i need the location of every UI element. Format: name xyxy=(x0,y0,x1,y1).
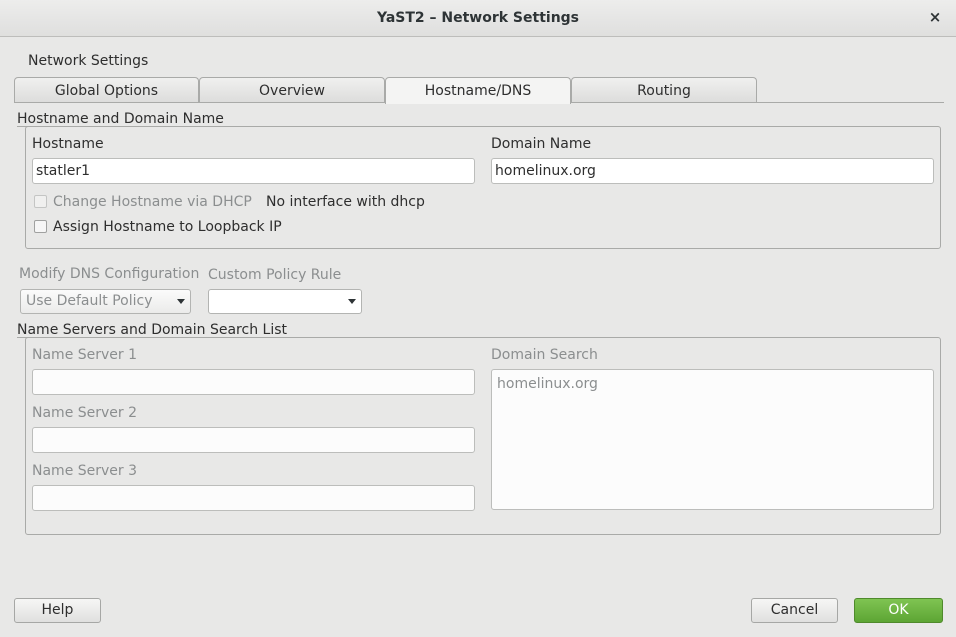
help-button-label: Help xyxy=(41,602,74,618)
name-server-3-input[interactable] xyxy=(32,485,475,511)
dhcp-status-note: No interface with dhcp xyxy=(266,194,425,210)
yast-network-settings-window: YaST2 – Network Settings × Network Setti… xyxy=(0,0,956,637)
tab-routing[interactable]: Routing xyxy=(571,77,757,103)
chevron-down-icon xyxy=(348,299,356,304)
hostname-input[interactable]: statler1 xyxy=(32,158,475,184)
tab-global-options[interactable]: Global Options xyxy=(14,77,199,103)
change-hostname-dhcp-checkbox[interactable] xyxy=(34,195,47,208)
tab-label: Hostname/DNS xyxy=(424,83,532,99)
domain-search-label: Domain Search xyxy=(491,347,598,363)
name-server-1-label: Name Server 1 xyxy=(32,347,138,363)
hostname-label: Hostname xyxy=(32,136,104,152)
domain-name-input[interactable]: homelinux.org xyxy=(491,158,934,184)
cancel-button[interactable]: Cancel xyxy=(751,598,838,623)
tab-label: Overview xyxy=(259,83,325,99)
modify-dns-config-label: Modify DNS Configuration xyxy=(19,266,200,282)
chevron-down-icon xyxy=(177,299,185,304)
name-server-1-input[interactable] xyxy=(32,369,475,395)
tab-hostname-dns[interactable]: Hostname/DNS xyxy=(385,77,571,104)
name-server-2-input[interactable] xyxy=(32,427,475,453)
domain-search-textarea[interactable]: homelinux.org xyxy=(491,369,934,510)
cancel-button-label: Cancel xyxy=(770,602,819,618)
tab-label: Routing xyxy=(637,83,691,99)
tab-label: Global Options xyxy=(54,83,159,99)
ok-button[interactable]: OK xyxy=(854,598,943,623)
tab-overview[interactable]: Overview xyxy=(199,77,385,103)
hostname-domain-frame-title: Hostname and Domain Name xyxy=(17,111,226,127)
change-hostname-dhcp-label: Change Hostname via DHCP xyxy=(53,194,252,210)
modify-dns-config-value: Use Default Policy xyxy=(26,293,153,309)
help-button[interactable]: Help xyxy=(14,598,101,623)
close-icon[interactable]: × xyxy=(926,8,944,26)
title-bar[interactable]: YaST2 – Network Settings × xyxy=(0,0,956,37)
name-server-2-label: Name Server 2 xyxy=(32,405,138,421)
custom-policy-rule-label: Custom Policy Rule xyxy=(208,267,342,283)
domain-name-label: Domain Name xyxy=(491,136,592,152)
modify-dns-config-combo[interactable]: Use Default Policy xyxy=(20,289,191,314)
assign-loopback-checkbox[interactable] xyxy=(34,220,47,233)
custom-policy-rule-combo[interactable] xyxy=(208,289,362,314)
nameservers-frame-title: Name Servers and Domain Search List xyxy=(17,322,289,338)
window-title: YaST2 – Network Settings xyxy=(376,10,580,26)
ok-button-label: OK xyxy=(888,602,909,618)
assign-loopback-label: Assign Hostname to Loopback IP xyxy=(53,219,282,235)
name-server-3-label: Name Server 3 xyxy=(32,463,138,479)
page-heading: Network Settings xyxy=(28,53,149,69)
